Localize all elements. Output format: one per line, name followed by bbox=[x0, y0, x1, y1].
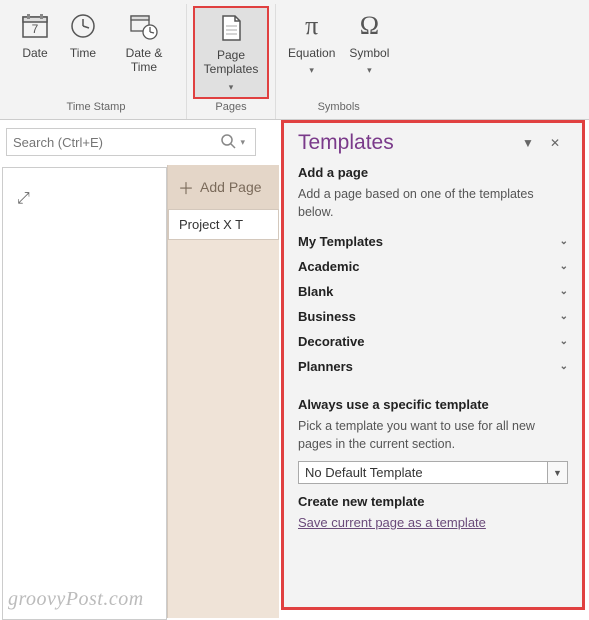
pane-options-button[interactable]: ▼ bbox=[514, 132, 542, 154]
search-input[interactable] bbox=[13, 135, 220, 150]
page-item[interactable]: Project X T bbox=[168, 209, 279, 240]
page-list: ＋ Add Page Project X T bbox=[167, 165, 279, 618]
always-title: Always use a specific template bbox=[298, 397, 568, 412]
time-button[interactable]: Time bbox=[60, 6, 106, 99]
always-desc: Pick a template you want to use for all … bbox=[298, 418, 568, 453]
pane-title: Templates bbox=[298, 131, 514, 155]
category-my-templates[interactable]: My Templates ⌄ bbox=[298, 229, 568, 254]
ribbon: 7 Date Time Date & Time Time Stamp bbox=[0, 0, 589, 120]
chevron-down-icon[interactable]: ▾ bbox=[236, 137, 249, 148]
date-label: Date bbox=[22, 46, 47, 60]
chevron-down-icon: ⌄ bbox=[560, 336, 568, 347]
equation-icon: π bbox=[296, 10, 328, 42]
chevron-down-icon: ⌄ bbox=[560, 286, 568, 297]
category-planners[interactable]: Planners ⌄ bbox=[298, 354, 568, 379]
group-label-symbols: Symbols bbox=[318, 99, 360, 117]
save-as-template-link[interactable]: Save current page as a template bbox=[298, 515, 568, 530]
category-academic[interactable]: Academic ⌄ bbox=[298, 254, 568, 279]
chevron-down-icon: ⌄ bbox=[560, 261, 568, 272]
group-label-timestamp: Time Stamp bbox=[67, 99, 126, 117]
equation-label: Equation bbox=[288, 46, 335, 60]
category-decorative[interactable]: Decorative ⌄ bbox=[298, 329, 568, 354]
group-label-pages: Pages bbox=[215, 99, 246, 117]
chevron-down-icon: ⌄ bbox=[560, 311, 568, 322]
symbol-label: Symbol bbox=[349, 46, 389, 60]
chevron-down-icon: ▾ bbox=[229, 82, 234, 93]
time-label: Time bbox=[70, 46, 96, 60]
default-template-select[interactable]: No Default Template ▼ bbox=[298, 461, 568, 484]
category-business[interactable]: Business ⌄ bbox=[298, 304, 568, 329]
page-templates-button[interactable]: Page Templates ▾ bbox=[193, 6, 269, 99]
datetime-icon bbox=[128, 10, 160, 42]
date-button[interactable]: 7 Date bbox=[12, 6, 58, 99]
add-page-button[interactable]: ＋ Add Page bbox=[168, 165, 279, 209]
chevron-down-icon: ⌄ bbox=[560, 236, 568, 247]
chevron-down-icon: ⌄ bbox=[560, 361, 568, 372]
page-icon bbox=[215, 12, 247, 44]
add-page-title: Add a page bbox=[298, 165, 568, 180]
category-blank[interactable]: Blank ⌄ bbox=[298, 279, 568, 304]
page-canvas[interactable]: ⤢ bbox=[2, 167, 167, 620]
category-label: Academic bbox=[298, 259, 359, 274]
chevron-down-icon: ▾ bbox=[309, 65, 314, 76]
add-page-label: Add Page bbox=[200, 179, 262, 195]
equation-button[interactable]: π Equation ▾ bbox=[282, 6, 341, 99]
watermark: groovyPost.com bbox=[8, 588, 144, 611]
chevron-down-icon[interactable]: ▼ bbox=[548, 461, 568, 484]
category-label: My Templates bbox=[298, 234, 383, 249]
date-icon: 7 bbox=[19, 10, 51, 42]
pane-header: Templates ▼ ✕ bbox=[298, 131, 568, 155]
close-button[interactable]: ✕ bbox=[542, 132, 568, 154]
datetime-button[interactable]: Date & Time bbox=[108, 6, 180, 99]
chevron-down-icon: ▾ bbox=[367, 65, 372, 76]
create-title: Create new template bbox=[298, 494, 568, 509]
symbol-button[interactable]: Ω Symbol ▾ bbox=[343, 6, 395, 99]
page-templates-label: Page Templates bbox=[201, 48, 261, 77]
search-box[interactable]: ▾ bbox=[6, 128, 256, 156]
add-page-desc: Add a page based on one of the templates… bbox=[298, 186, 568, 221]
expand-icon[interactable]: ⤢ bbox=[17, 190, 30, 208]
category-label: Business bbox=[298, 309, 356, 324]
templates-pane: Templates ▼ ✕ Add a page Add a page base… bbox=[281, 120, 585, 610]
time-icon bbox=[67, 10, 99, 42]
datetime-label: Date & Time bbox=[114, 46, 174, 75]
ribbon-group-timestamp: 7 Date Time Date & Time Time Stamp bbox=[6, 4, 187, 119]
svg-text:7: 7 bbox=[32, 22, 39, 36]
default-template-value[interactable]: No Default Template bbox=[298, 461, 548, 484]
plus-icon: ＋ bbox=[178, 175, 194, 199]
ribbon-group-symbols: π Equation ▾ Ω Symbol ▾ Symbols bbox=[276, 4, 401, 119]
category-label: Blank bbox=[298, 284, 333, 299]
search-icon[interactable] bbox=[220, 133, 236, 152]
category-label: Planners bbox=[298, 359, 353, 374]
ribbon-group-pages: Page Templates ▾ Pages bbox=[187, 4, 276, 119]
category-label: Decorative bbox=[298, 334, 364, 349]
symbol-icon: Ω bbox=[353, 10, 385, 42]
